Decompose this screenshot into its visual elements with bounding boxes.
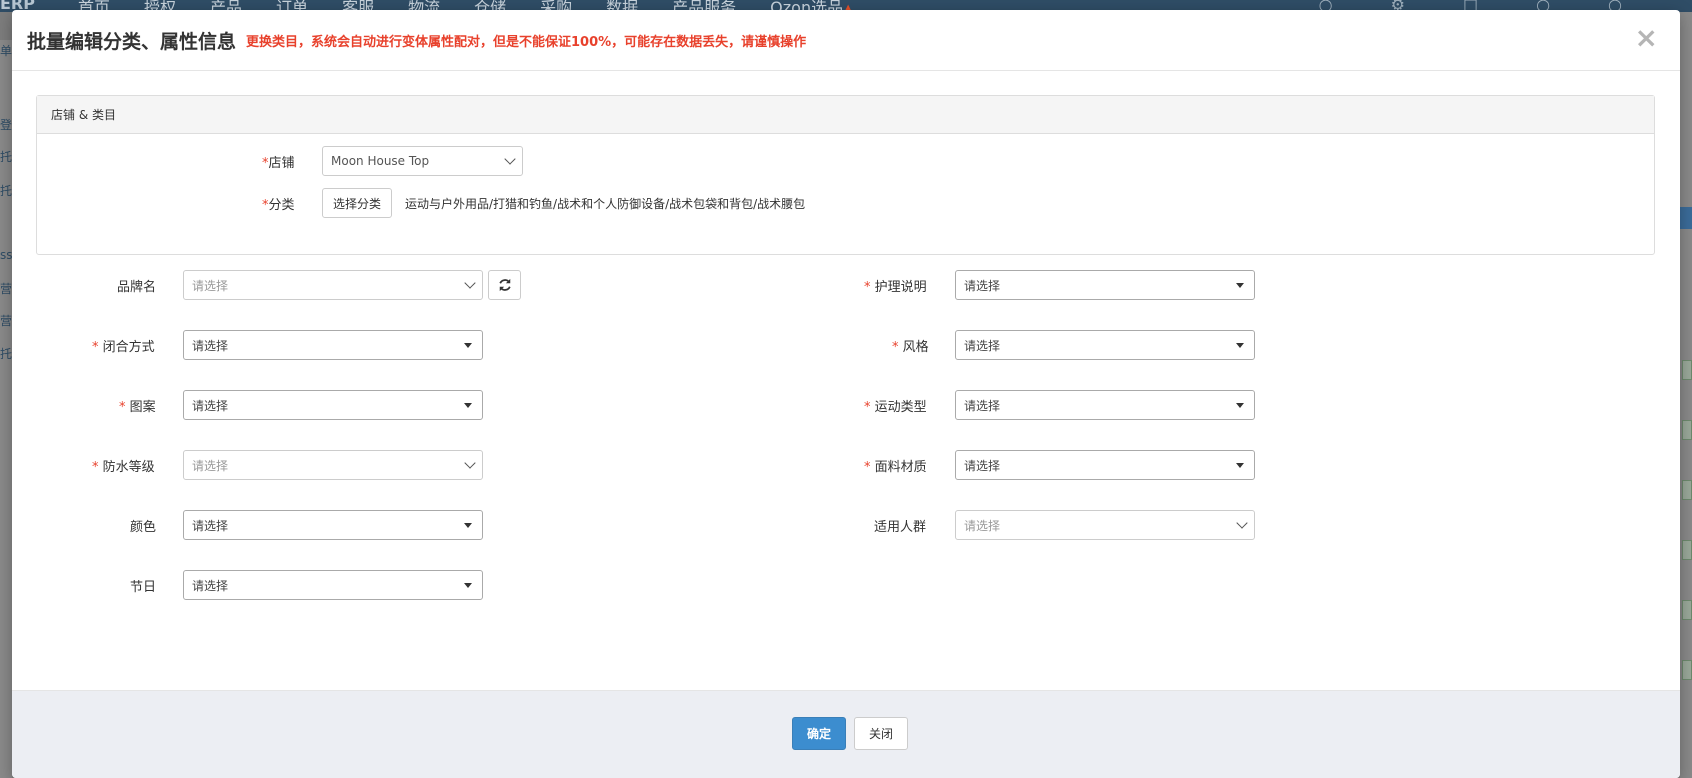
- row-fragment: [1682, 360, 1692, 380]
- shop-category-panel: 店铺 & 类目 *店铺 Moon House Top *分类 选择分类 运动与户…: [36, 95, 1655, 255]
- sidebar-fragment: 托: [0, 184, 12, 198]
- caret-down-icon: [1236, 343, 1244, 348]
- row-fragment: [1682, 420, 1692, 440]
- row-fragment: [1682, 480, 1692, 500]
- brand-select[interactable]: 请选择: [183, 270, 483, 300]
- color-label: 颜色: [130, 520, 157, 535]
- app-right-fragment: [1680, 12, 1692, 778]
- fabric-label: * 面料材质: [864, 460, 927, 475]
- close-button[interactable]: 关闭: [854, 717, 908, 750]
- caret-down-icon: [464, 343, 472, 348]
- confirm-button[interactable]: 确定: [792, 717, 846, 750]
- caret-down-icon: [1236, 463, 1244, 468]
- closure-label: * 闭合方式: [92, 340, 155, 355]
- sidebar-fragment: 登: [0, 118, 12, 132]
- shop-select[interactable]: Moon House Top: [322, 146, 523, 176]
- audience-select[interactable]: 请选择: [955, 510, 1255, 540]
- sidebar-fragment: 营: [0, 282, 12, 296]
- sidebar-fragment: 托: [0, 347, 12, 361]
- caret-down-icon: [1236, 283, 1244, 288]
- fabric-dropdown[interactable]: 请选择: [955, 450, 1255, 480]
- brand-label: 品牌名: [117, 280, 157, 295]
- caret-down-icon: [464, 523, 472, 528]
- color-dropdown[interactable]: 请选择: [183, 510, 483, 540]
- style-dropdown[interactable]: 请选择: [955, 330, 1255, 360]
- row-fragment: [1682, 540, 1692, 560]
- sidebar-fragment: 营: [0, 314, 12, 328]
- right-tab-fragment: [1680, 207, 1692, 229]
- modal-title: 批量编辑分类、属性信息: [27, 30, 237, 53]
- batch-edit-modal: 批量编辑分类、属性信息 更换类目，系统会自动进行变体属性配对，但是不能保证100…: [12, 10, 1680, 778]
- sport-label: * 运动类型: [864, 400, 927, 415]
- chevron-down-icon: [504, 153, 516, 165]
- shop-label: *店铺: [262, 156, 295, 171]
- refresh-icon: [498, 278, 511, 292]
- sport-dropdown[interactable]: 请选择: [955, 390, 1255, 420]
- refresh-brand-button[interactable]: [488, 270, 521, 300]
- holiday-dropdown[interactable]: 请选择: [183, 570, 483, 600]
- sidebar-fragment: 托: [0, 150, 12, 164]
- chevron-down-icon: [464, 277, 476, 289]
- select-category-button[interactable]: 选择分类: [322, 188, 392, 218]
- care-dropdown[interactable]: 请选择: [955, 270, 1255, 300]
- chevron-down-icon: [1236, 517, 1248, 529]
- waterproof-select[interactable]: 请选择: [183, 450, 483, 480]
- caret-down-icon: [464, 583, 472, 588]
- modal-warning: 更换类目，系统会自动进行变体属性配对，但是不能保证100%，可能存在数据丢失，请…: [246, 34, 807, 50]
- row-fragment: [1682, 660, 1692, 680]
- modal-footer: 确定 关闭: [12, 690, 1680, 778]
- modal-header: 批量编辑分类、属性信息 更换类目，系统会自动进行变体属性配对，但是不能保证100…: [12, 10, 1680, 71]
- panel-heading: 店铺 & 类目: [37, 96, 1654, 134]
- row-fragment: [1682, 600, 1692, 620]
- pattern-dropdown[interactable]: 请选择: [183, 390, 483, 420]
- style-label: * 风格: [892, 340, 929, 355]
- audience-label: 适用人群: [874, 520, 927, 535]
- sidebar-fragment: ss: [0, 248, 12, 262]
- closure-dropdown[interactable]: 请选择: [183, 330, 483, 360]
- close-icon[interactable]: ×: [1635, 24, 1658, 52]
- care-label: * 护理说明: [864, 280, 927, 295]
- chevron-down-icon: [464, 457, 476, 469]
- category-path: 运动与户外用品/打猎和钓鱼/战术和个人防御设备/战术包袋和背包/战术腰包: [405, 197, 806, 211]
- caret-down-icon: [464, 403, 472, 408]
- waterproof-label: * 防水等级: [92, 460, 155, 475]
- sidebar-fragment: 单: [0, 44, 12, 58]
- pattern-label: * 图案: [119, 400, 156, 415]
- app-sidebar-fragment: 单 登 托 托 ss 营 营 托: [0, 40, 12, 778]
- category-label: *分类: [262, 198, 295, 213]
- holiday-label: 节日: [130, 580, 157, 595]
- caret-down-icon: [1236, 403, 1244, 408]
